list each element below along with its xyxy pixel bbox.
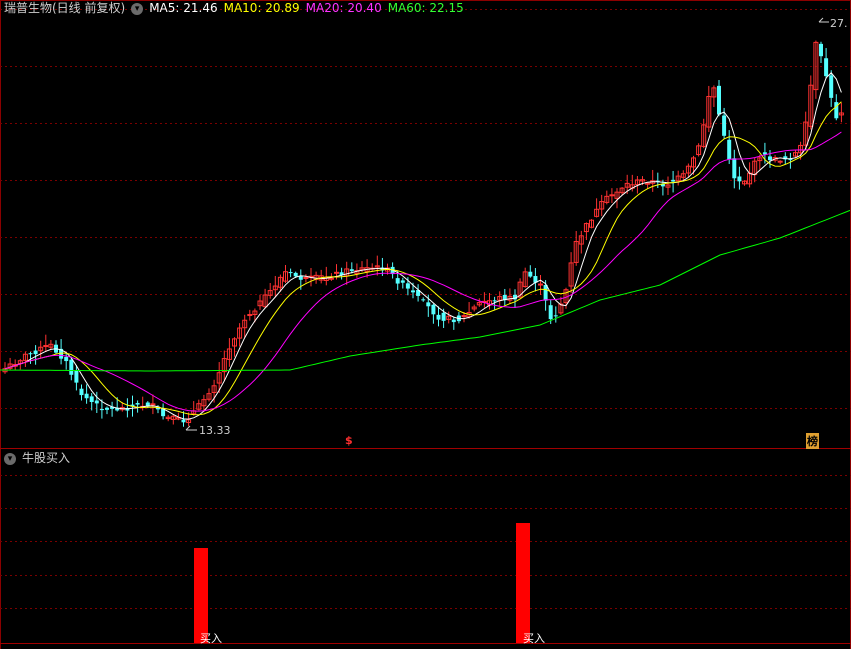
ma5-line (4, 72, 842, 420)
candle-down (553, 315, 558, 317)
candle-down (819, 43, 823, 57)
candle-down (722, 115, 727, 136)
candle-down (181, 419, 186, 423)
candle-down (395, 278, 400, 284)
ma60-line (0, 209, 851, 372)
candle-down (349, 269, 354, 272)
candle-down (543, 284, 548, 301)
ma10-line (4, 101, 842, 416)
candle-up (334, 271, 339, 274)
candle-down (768, 156, 772, 161)
candle-up (150, 403, 156, 406)
low-price-marker: 13.33 (199, 424, 231, 437)
candle-down (84, 393, 89, 399)
sub-panel-header: ▾ 牛股买入 (4, 451, 76, 465)
buy-signal-label: 买入 (200, 632, 222, 645)
candle-down (64, 356, 69, 362)
candle-down (824, 58, 829, 77)
rank-badge: 榜 (806, 433, 819, 449)
low-pointer (185, 425, 191, 431)
candle-up (777, 160, 783, 163)
candle-down (451, 319, 456, 323)
candle-down (69, 359, 74, 375)
candle-down (400, 280, 405, 283)
collapse-icon[interactable]: ▾ (131, 2, 144, 15)
candle-down (74, 370, 79, 383)
candle-down (528, 271, 533, 277)
candle-up (43, 345, 49, 348)
candle-down (548, 305, 553, 320)
candle-up (247, 314, 253, 317)
ma10-label: MA10: 20.89 (223, 1, 300, 15)
candle-down (727, 139, 732, 160)
candle-down (436, 314, 441, 320)
candle-down (135, 402, 140, 405)
buy-signal-bar (516, 523, 530, 643)
candle-down (288, 272, 293, 274)
buy-signal-label: 买入 (523, 632, 545, 645)
candle-down (671, 179, 676, 182)
ma20-line (4, 131, 842, 412)
ma60-label: MA60: 22.15 (387, 1, 464, 15)
indicator-title: 牛股买入 (22, 451, 71, 465)
candle-down (28, 353, 33, 355)
candle-down (829, 75, 834, 98)
candle-down (732, 158, 737, 179)
ma5-label: MA5: 21.46 (149, 1, 218, 15)
candle-down (94, 400, 99, 404)
dollar-marker: $ (345, 434, 353, 447)
candle-down (421, 299, 426, 301)
candle-up (461, 315, 467, 318)
ma20-label: MA20: 20.40 (305, 1, 382, 15)
collapse-icon[interactable]: ▾ (4, 452, 16, 465)
candle-down (33, 350, 38, 355)
candle-down (105, 407, 109, 410)
high-pointer (818, 17, 824, 23)
candle-up (328, 277, 334, 280)
candle-down (405, 283, 410, 289)
candle-down (737, 176, 742, 182)
high-price-marker: 27. (830, 17, 848, 30)
candlestick-chart[interactable] (0, 0, 851, 649)
candle-down (89, 396, 94, 402)
candle-down (411, 290, 415, 293)
stock-title: 瑞普生物(日线 前复权) (4, 1, 126, 15)
main-panel-header: 瑞普生物(日线 前复权) ▾ MA5: 21.46 MA10: 20.89 MA20: … (4, 1, 470, 15)
candle-down (492, 300, 497, 302)
candle-down (441, 312, 446, 321)
buy-signal-bar (194, 548, 208, 643)
candle-up (303, 276, 309, 279)
candle-down (431, 304, 436, 315)
candle-down (717, 85, 721, 115)
candle-down (99, 409, 104, 411)
candle-down (426, 302, 431, 307)
candle-down (293, 272, 298, 277)
candle-up (609, 194, 615, 197)
candle-down (79, 388, 84, 396)
candle-up (538, 283, 543, 286)
